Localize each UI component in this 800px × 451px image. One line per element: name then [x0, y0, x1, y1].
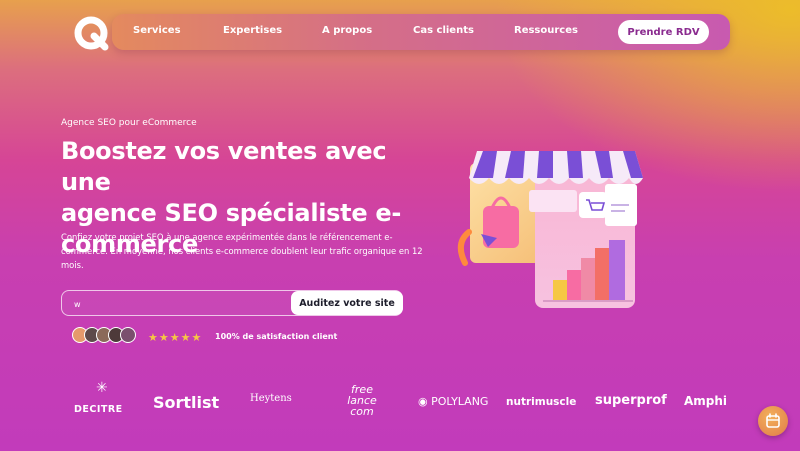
client-logo-nutrimuscle: nutrimuscle	[506, 396, 577, 408]
polylang-label: POLYLANG	[431, 395, 489, 408]
client-logo-sortlist: Sortlist	[153, 393, 220, 412]
main-nav: Services Expertises A propos Cas clients…	[112, 14, 730, 50]
asterisk-icon: ✳	[96, 380, 108, 396]
prendre-rdv-button[interactable]: Prendre RDV	[618, 20, 709, 44]
nav-item-expertises[interactable]: Expertises	[223, 25, 282, 36]
client-logo-superprof: superprof	[595, 393, 667, 408]
client-logo-polylang: ◉ POLYLANG	[418, 395, 488, 408]
shop-illustration	[457, 151, 643, 308]
hero-eyebrow: Agence SEO pour eCommerce	[61, 118, 197, 128]
nav-item-ressources[interactable]: Ressources	[514, 25, 578, 36]
avatar	[120, 327, 136, 343]
client-avatars	[72, 327, 142, 345]
nav-item-cas-clients[interactable]: Cas clients	[413, 25, 474, 36]
client-logo-heytens: Heytens	[250, 393, 292, 404]
client-logo-decitre: DECITRE	[74, 404, 123, 415]
headline-line-1: Boostez vos ventes avec une	[61, 137, 387, 196]
client-logo-amphi: Amphi	[684, 394, 728, 408]
audit-form: Auditez votre site	[61, 290, 403, 316]
calendar-icon	[766, 413, 780, 428]
polylang-icon: ◉	[418, 395, 428, 408]
nav-item-a-propos[interactable]: A propos	[322, 25, 372, 36]
client-logos: ✳ DECITRE Sortlist Heytens free lance co…	[0, 380, 800, 420]
audit-button[interactable]: Auditez votre site	[291, 291, 403, 315]
nav-item-services[interactable]: Services	[133, 25, 181, 36]
website-url-input[interactable]	[74, 297, 284, 311]
headline-line-2: agence SEO spécialiste e-	[61, 199, 402, 227]
hero-description: Confiez votre projet SEO à une agence ex…	[61, 232, 423, 270]
satisfaction-text: 100% de satisfaction client	[215, 332, 338, 341]
client-logo-freelance-com: free lance com	[347, 383, 377, 418]
brand-logo[interactable]	[72, 14, 112, 54]
booking-fab[interactable]	[758, 406, 788, 436]
rating-stars: ★★★★★	[148, 331, 203, 344]
